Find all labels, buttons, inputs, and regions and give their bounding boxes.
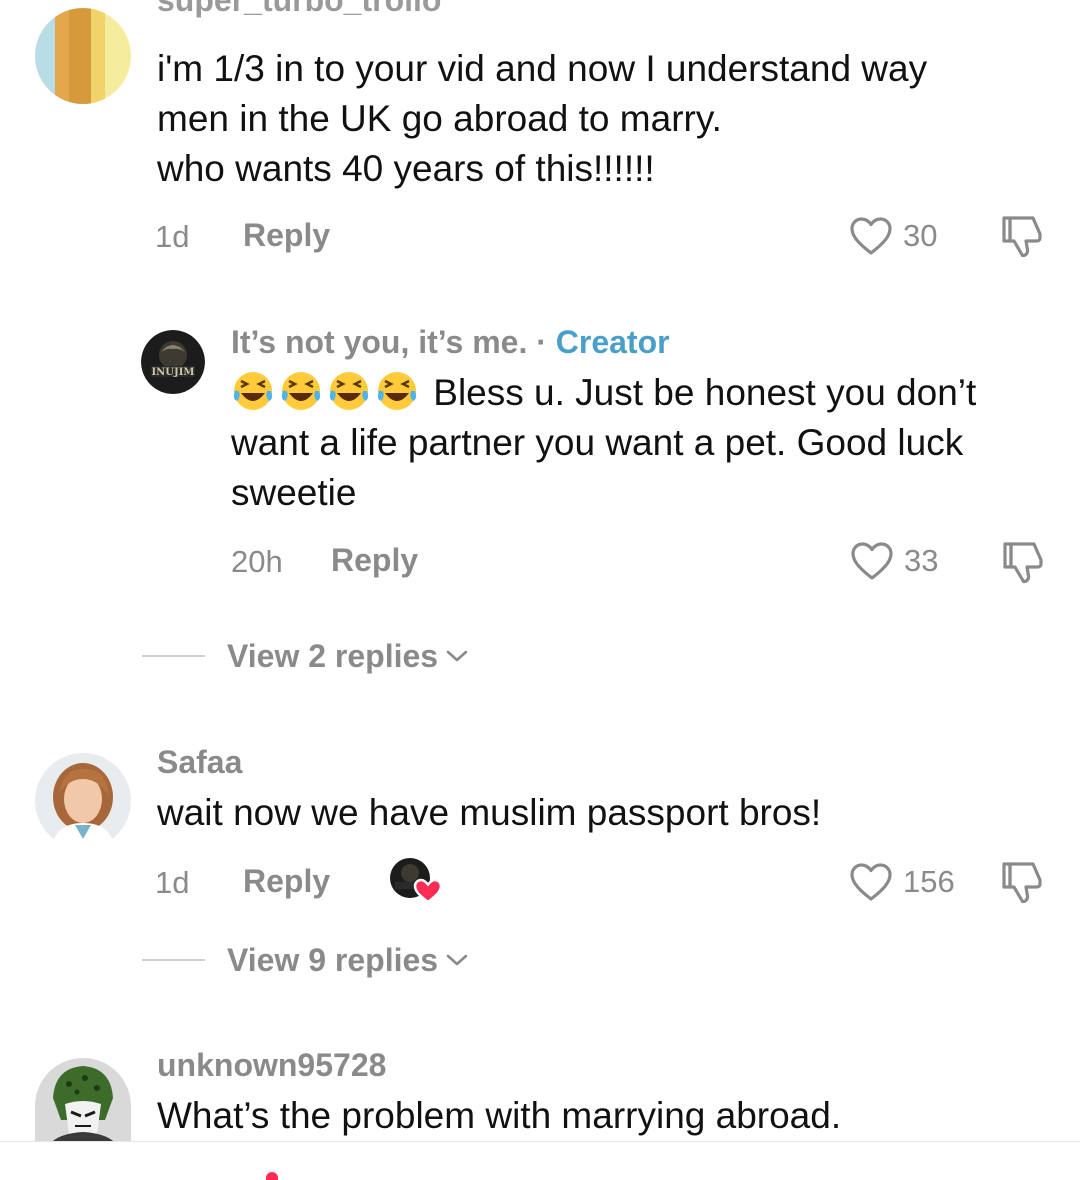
input-bar-edge [266,1172,278,1180]
laughing-emoji-icon [281,372,321,410]
creator-heart-icon [390,858,443,904]
chevron-down-icon [446,954,468,966]
laughing-emoji-group [231,372,433,413]
divider-line [142,959,205,961]
comment-line: want a life partner you want a pet. Good… [231,422,964,463]
dark-logo-avatar-icon: INUJIM [141,330,205,394]
user-avatar[interactable] [35,753,131,849]
comment-line: What’s the problem with marrying abroad. [157,1095,842,1136]
like-count: 33 [904,543,939,578]
creator-avatar[interactable]: INUJIM [141,330,205,394]
like-count: 156 [903,864,955,899]
view-replies-button[interactable]: View 9 replies [142,940,468,980]
laughing-emoji-icon [329,372,369,410]
user-avatar[interactable] [35,8,131,104]
reply-button[interactable]: Reply [331,542,418,579]
comment-line: i'm 1/3 in to your vid and now I underst… [157,48,928,89]
comment-text: i'm 1/3 in to your vid and now I underst… [157,44,927,194]
divider-line [142,655,205,657]
comment-username[interactable]: unknown95728 [157,1047,386,1084]
reply-button[interactable]: Reply [243,863,330,900]
chevron-down-icon [446,650,468,662]
comment-text: wait now we have muslim passport bros! [157,788,821,838]
comment-line: men in the UK go abroad to marry. [157,98,722,139]
woman-portrait-avatar-icon [35,753,131,849]
reply-button[interactable]: Reply [243,217,330,254]
comment-time: 1d [155,219,190,254]
comment-line: Bless u. Just be honest you don’t [433,372,977,413]
user-avatar[interactable] [35,1058,131,1142]
heart-icon [850,863,892,901]
input-bar-divider [0,1141,1080,1142]
comment-line: sweetie [231,472,357,513]
comment-username[interactable]: Safaa [157,744,242,781]
striped-avatar-icon [35,8,131,104]
like-button[interactable]: 33 [850,539,938,583]
comment-username[interactable]: super_turbo_trollo [157,0,441,19]
creator-name: It’s not you, it’s me. [231,324,528,360]
name-separator: · [527,324,556,360]
like-count: 30 [903,218,938,253]
liked-by-creator-badge [388,856,444,904]
green-character-avatar-icon [35,1058,131,1142]
comment-username[interactable]: It’s not you, it’s me. · Creator [231,324,670,361]
dislike-icon[interactable] [1000,214,1046,260]
heart-icon [851,542,893,580]
comment-line: wait now we have muslim passport bros! [157,792,822,833]
view-replies-button[interactable]: View 2 replies [142,636,468,676]
laughing-emoji-icon [233,372,273,410]
svg-text:INUJIM: INUJIM [151,367,194,378]
dislike-icon[interactable] [1001,540,1047,586]
heart-icon [850,217,892,255]
like-button[interactable]: 156 [849,860,955,904]
laughing-emoji-icon [377,372,417,410]
comment-text: Bless u. Just be honest you don’t want a… [231,368,976,518]
like-button[interactable]: 30 [849,214,937,258]
creator-badge: Creator [555,324,670,360]
comment-time: 20h [231,544,283,579]
dislike-icon[interactable] [1000,860,1046,906]
comments-panel: super_turbo_trollo i'm 1/3 in to your vi… [0,0,1080,1180]
view-replies-label: View 2 replies [227,637,439,674]
comment-line: who wants 40 years of this!!!!!! [157,148,655,189]
view-replies-label: View 9 replies [227,941,439,978]
comment-time: 1d [155,865,190,900]
comment-text: What’s the problem with marrying abroad. [157,1091,841,1141]
